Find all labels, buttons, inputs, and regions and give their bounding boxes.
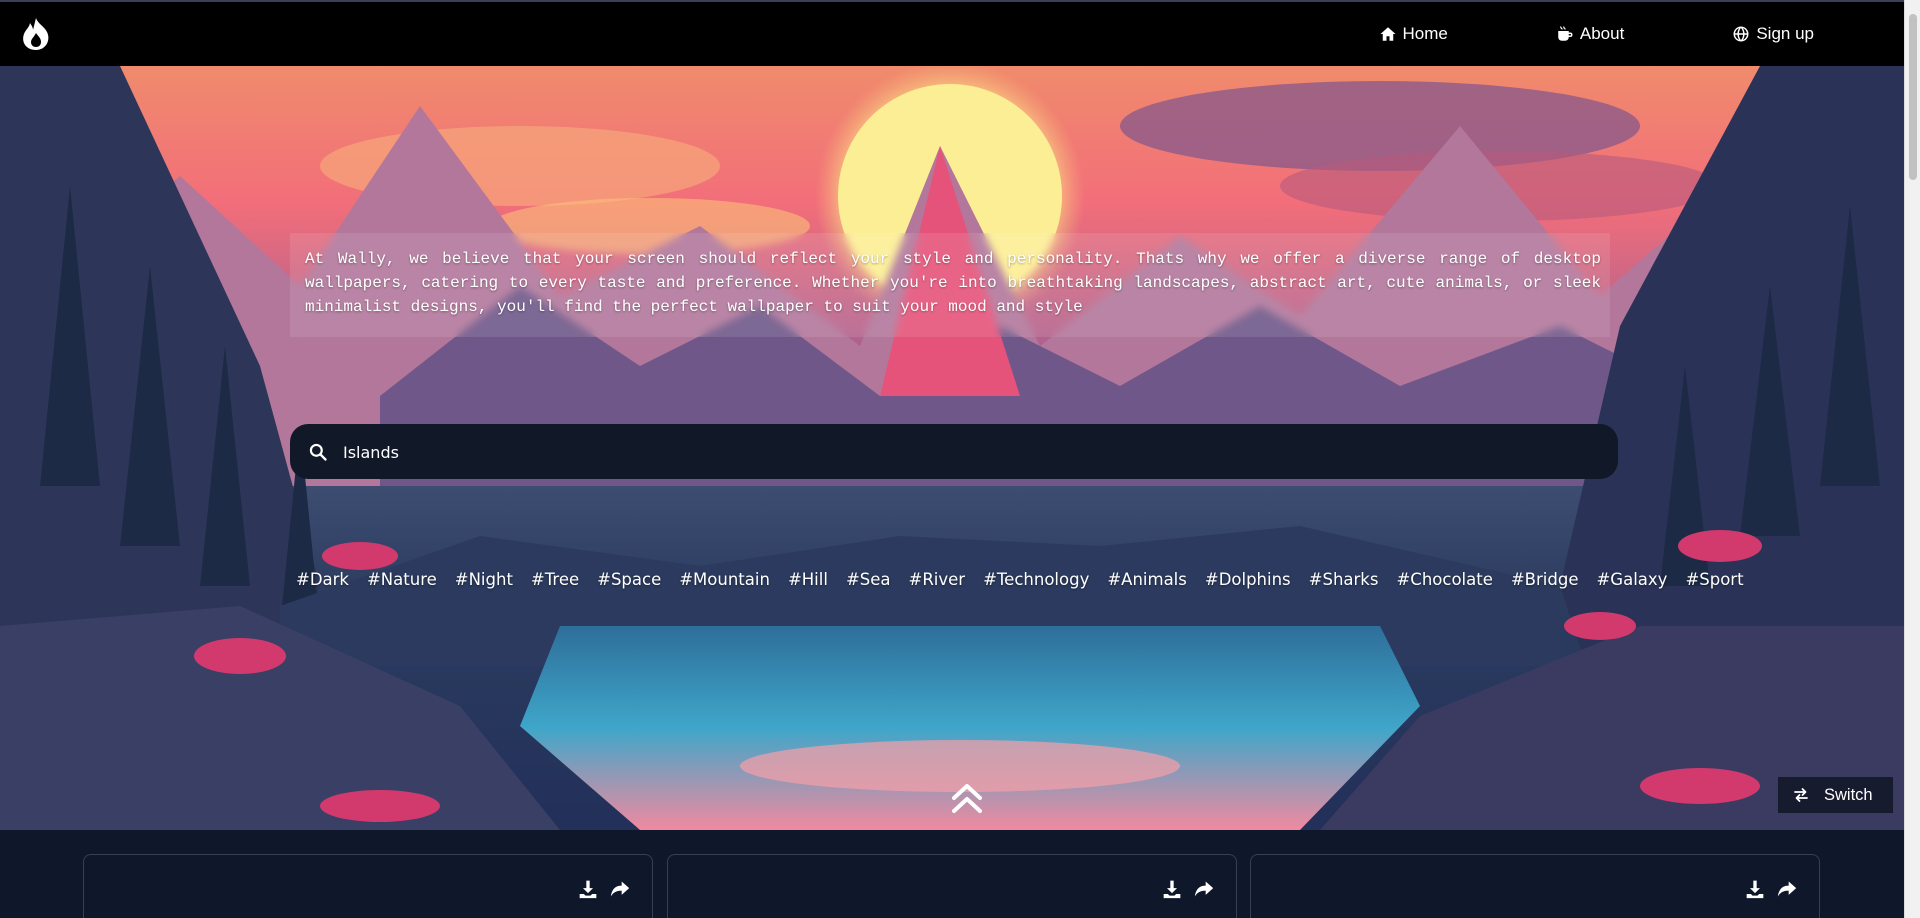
tag-dark[interactable]: #Dark — [296, 570, 349, 589]
switch-label: Switch — [1824, 785, 1873, 804]
nav-signup[interactable]: Sign up — [1732, 24, 1814, 44]
tag-animals[interactable]: #Animals — [1107, 570, 1187, 589]
tag-night[interactable]: #Night — [455, 570, 513, 589]
download-icon[interactable] — [1162, 879, 1182, 899]
nav-signup-label: Sign up — [1756, 24, 1814, 43]
tag-list: #Dark #Nature #Night #Tree #Space #Mount… — [296, 570, 1744, 589]
scrollbar-thumb[interactable] — [1909, 14, 1917, 180]
nav-about-label: About — [1579, 24, 1625, 43]
nav-links: Home About Sign up — [1379, 2, 1904, 66]
tag-mountain[interactable]: #Mountain — [679, 570, 770, 589]
tag-sport[interactable]: #Sport — [1685, 570, 1743, 589]
wallpaper-card[interactable] — [1250, 854, 1820, 918]
wallpaper-card[interactable] — [83, 854, 653, 918]
download-icon[interactable] — [1745, 879, 1765, 899]
share-icon[interactable] — [1194, 879, 1214, 899]
tag-sharks[interactable]: #Sharks — [1309, 570, 1379, 589]
card-actions — [578, 879, 630, 899]
tag-tree[interactable]: #Tree — [531, 570, 579, 589]
tag-galaxy[interactable]: #Galaxy — [1596, 570, 1667, 589]
tag-chocolate[interactable]: #Chocolate — [1396, 570, 1492, 589]
wallpaper-card[interactable] — [667, 854, 1237, 918]
wallpaper-gallery — [0, 830, 1904, 918]
share-icon[interactable] — [610, 879, 630, 899]
coffee-mug-icon — [1558, 26, 1573, 41]
switch-button[interactable]: Switch — [1778, 777, 1893, 813]
top-navbar: Home About Sign up — [0, 0, 1904, 66]
tag-sea[interactable]: #Sea — [846, 570, 891, 589]
page-scrollbar[interactable] — [1904, 0, 1920, 918]
tag-technology[interactable]: #Technology — [983, 570, 1089, 589]
nav-about[interactable]: About — [1556, 24, 1624, 44]
card-actions — [1745, 879, 1797, 899]
intro-paragraph: At Wally, we believe that your screen sh… — [305, 250, 1601, 316]
search-bar — [290, 424, 1618, 481]
home-icon — [1380, 27, 1396, 41]
swap-arrows-icon — [1794, 788, 1808, 802]
search-input[interactable] — [341, 424, 1595, 481]
hero-section: At Wally, we believe that your screen sh… — [0, 66, 1904, 830]
share-icon[interactable] — [1777, 879, 1797, 899]
download-icon[interactable] — [578, 879, 598, 899]
flame-icon[interactable] — [21, 17, 51, 51]
tag-river[interactable]: #River — [909, 570, 966, 589]
tag-dolphins[interactable]: #Dolphins — [1205, 570, 1291, 589]
tag-bridge[interactable]: #Bridge — [1511, 570, 1579, 589]
tag-nature[interactable]: #Nature — [367, 570, 437, 589]
double-chevron-up-icon[interactable] — [950, 780, 984, 816]
nav-home-label: Home — [1402, 24, 1448, 43]
globe-icon — [1733, 26, 1749, 42]
search-icon[interactable] — [308, 442, 328, 462]
nav-home[interactable]: Home — [1379, 24, 1448, 44]
tag-space[interactable]: #Space — [597, 570, 661, 589]
tag-hill[interactable]: #Hill — [788, 570, 828, 589]
page: Home About Sign up At Wally, we believe … — [0, 0, 1920, 918]
card-actions — [1162, 879, 1214, 899]
